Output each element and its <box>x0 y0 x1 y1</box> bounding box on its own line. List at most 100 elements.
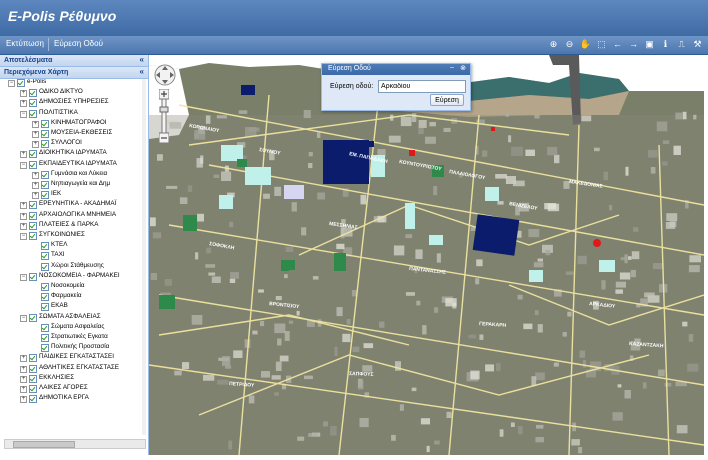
print-menu[interactable]: Εκτύπωση <box>6 39 44 48</box>
layer-checkbox[interactable] <box>41 262 49 271</box>
poi-marker[interactable] <box>491 127 495 131</box>
expand-icon[interactable]: + <box>20 396 27 404</box>
layer-checkbox[interactable] <box>29 201 37 210</box>
collapse-icon[interactable]: − <box>20 233 27 240</box>
building <box>648 149 658 158</box>
layer-checkbox[interactable] <box>29 232 37 240</box>
layer-checkbox[interactable] <box>41 252 49 261</box>
find-street-button[interactable]: Εύρεση <box>430 94 464 106</box>
info-icon[interactable]: ℹ <box>659 38 672 51</box>
layer-checkbox[interactable] <box>41 283 49 291</box>
layer-checkbox[interactable] <box>29 364 37 373</box>
arrow-right-icon[interactable]: → <box>627 38 640 51</box>
layer-checkbox[interactable] <box>29 354 37 363</box>
layer-checkbox[interactable] <box>41 191 49 200</box>
zoom-slider[interactable] <box>159 89 169 143</box>
expand-icon[interactable]: + <box>20 375 27 383</box>
building <box>510 422 515 427</box>
layers-panel-header[interactable]: Περιεχόμενα Χάρτη « <box>0 67 148 79</box>
building <box>652 263 664 270</box>
collapse-icon[interactable]: − <box>20 273 27 281</box>
building <box>405 234 413 239</box>
expand-icon[interactable]: + <box>32 182 39 189</box>
layer-checkbox[interactable] <box>41 303 49 312</box>
expand-icon[interactable]: + <box>20 90 27 98</box>
building <box>579 350 586 358</box>
expand-icon[interactable]: + <box>32 171 39 179</box>
layer-checkbox[interactable] <box>41 293 49 302</box>
arrow-left-icon[interactable]: ← <box>611 38 624 51</box>
layer-checkbox[interactable] <box>41 323 49 332</box>
collapse-icon[interactable]: − <box>20 161 27 169</box>
collapse-icon[interactable]: − <box>20 314 27 322</box>
building <box>316 132 321 138</box>
tree-vertical-scrollbar[interactable] <box>142 79 146 435</box>
find-street-menu[interactable]: Εύρεση Οδού <box>54 39 103 48</box>
street-search-input[interactable] <box>378 80 466 93</box>
layer-checkbox[interactable] <box>29 89 37 98</box>
building <box>388 135 401 143</box>
full-extent-icon[interactable]: ▣ <box>643 38 656 51</box>
find-street-window-header[interactable]: Εύρεση Οδού – ⊗ <box>322 64 470 75</box>
expand-icon[interactable]: + <box>32 120 39 128</box>
layer-checkbox[interactable] <box>29 385 37 393</box>
zoom-box-icon[interactable]: ⬚ <box>595 38 608 51</box>
building <box>661 161 668 166</box>
expand-icon[interactable]: + <box>20 386 27 393</box>
map-image[interactable]: ΚΟΡΩΝΑΙΟΥΣΟΥΛΙΟΥ ΕΜ. ΠΑΠΑΔΑΚΗΠΑΛΑΙΟΛΟΓΟΥΚ… <box>149 55 704 455</box>
poi-marker[interactable] <box>409 150 415 156</box>
tree-horizontal-scrollbar[interactable] <box>4 439 146 449</box>
layer-checkbox[interactable] <box>29 221 37 230</box>
expand-icon[interactable]: + <box>20 355 27 363</box>
collapse-icon[interactable]: − <box>8 80 15 87</box>
layer-checkbox[interactable] <box>29 150 37 159</box>
layer-checkbox[interactable] <box>41 242 49 251</box>
scrollbar-thumb[interactable] <box>13 441 75 448</box>
building <box>582 360 587 368</box>
expand-icon[interactable]: + <box>32 131 39 138</box>
collapse-icon[interactable]: « <box>140 67 144 76</box>
layer-checkbox[interactable] <box>29 313 37 322</box>
collapse-icon[interactable]: − <box>20 110 27 118</box>
layer-checkbox[interactable] <box>41 334 49 342</box>
layer-checkbox[interactable] <box>29 395 37 404</box>
layer-checkbox[interactable] <box>41 344 49 353</box>
expand-icon[interactable]: + <box>20 100 27 108</box>
tools-icon[interactable]: ⚒ <box>691 38 704 51</box>
measure-icon[interactable]: ⎍ <box>675 38 688 51</box>
layer-checkbox[interactable] <box>41 130 49 138</box>
building <box>545 249 551 256</box>
layer-checkbox[interactable] <box>29 160 37 169</box>
educational-zone <box>405 203 415 229</box>
layer-checkbox[interactable] <box>41 140 49 149</box>
layer-checkbox[interactable] <box>29 374 37 383</box>
layer-checkbox[interactable] <box>17 79 25 87</box>
zoom-in-icon[interactable]: ⊕ <box>547 38 560 51</box>
building <box>482 150 488 157</box>
zoom-out-icon[interactable]: ⊖ <box>563 38 576 51</box>
layer-checkbox[interactable] <box>41 181 49 189</box>
layer-checkbox[interactable] <box>29 109 37 118</box>
map-view[interactable]: ΚΟΡΩΝΑΙΟΥ ΣΟΥΛΙΟΥ ΕΜ. ΠΑΠΑΔΑΚΗ ΠΑΛΑΙΟΛΟΓΟΥ Κ… <box>149 55 704 455</box>
expand-icon[interactable]: + <box>32 192 39 200</box>
results-panel-header[interactable]: Αποτελέσματα « <box>0 55 148 67</box>
poi-marker[interactable] <box>593 239 601 247</box>
layer-checkbox[interactable] <box>41 170 49 179</box>
expand-icon[interactable]: + <box>20 202 27 210</box>
layer-checkbox[interactable] <box>41 119 49 128</box>
pan-hand-icon[interactable]: ✋ <box>579 38 592 51</box>
collapse-icon[interactable]: « <box>140 55 144 64</box>
minimize-icon[interactable]: – <box>450 64 454 71</box>
close-icon[interactable]: ⊗ <box>460 64 466 72</box>
expand-icon[interactable]: + <box>32 141 39 149</box>
expand-icon[interactable]: + <box>20 151 27 159</box>
expand-icon[interactable]: + <box>20 222 27 230</box>
layer-checkbox[interactable] <box>29 99 37 108</box>
expand-icon[interactable]: + <box>20 212 27 220</box>
pan-control-icon[interactable] <box>153 63 177 87</box>
layer-checkbox[interactable] <box>29 272 37 281</box>
find-street-window-title: Εύρεση Οδού <box>328 65 371 72</box>
layer-tree: − e-Polis + ΟΔΙΚΟ ΔΙΚΤΥΟ + ΔΗΜΟΣΙΕΣ ΥΠΗΡΕΣΙΕΣ… <box>0 79 148 439</box>
expand-icon[interactable]: + <box>20 365 27 373</box>
layer-checkbox[interactable] <box>29 211 37 220</box>
